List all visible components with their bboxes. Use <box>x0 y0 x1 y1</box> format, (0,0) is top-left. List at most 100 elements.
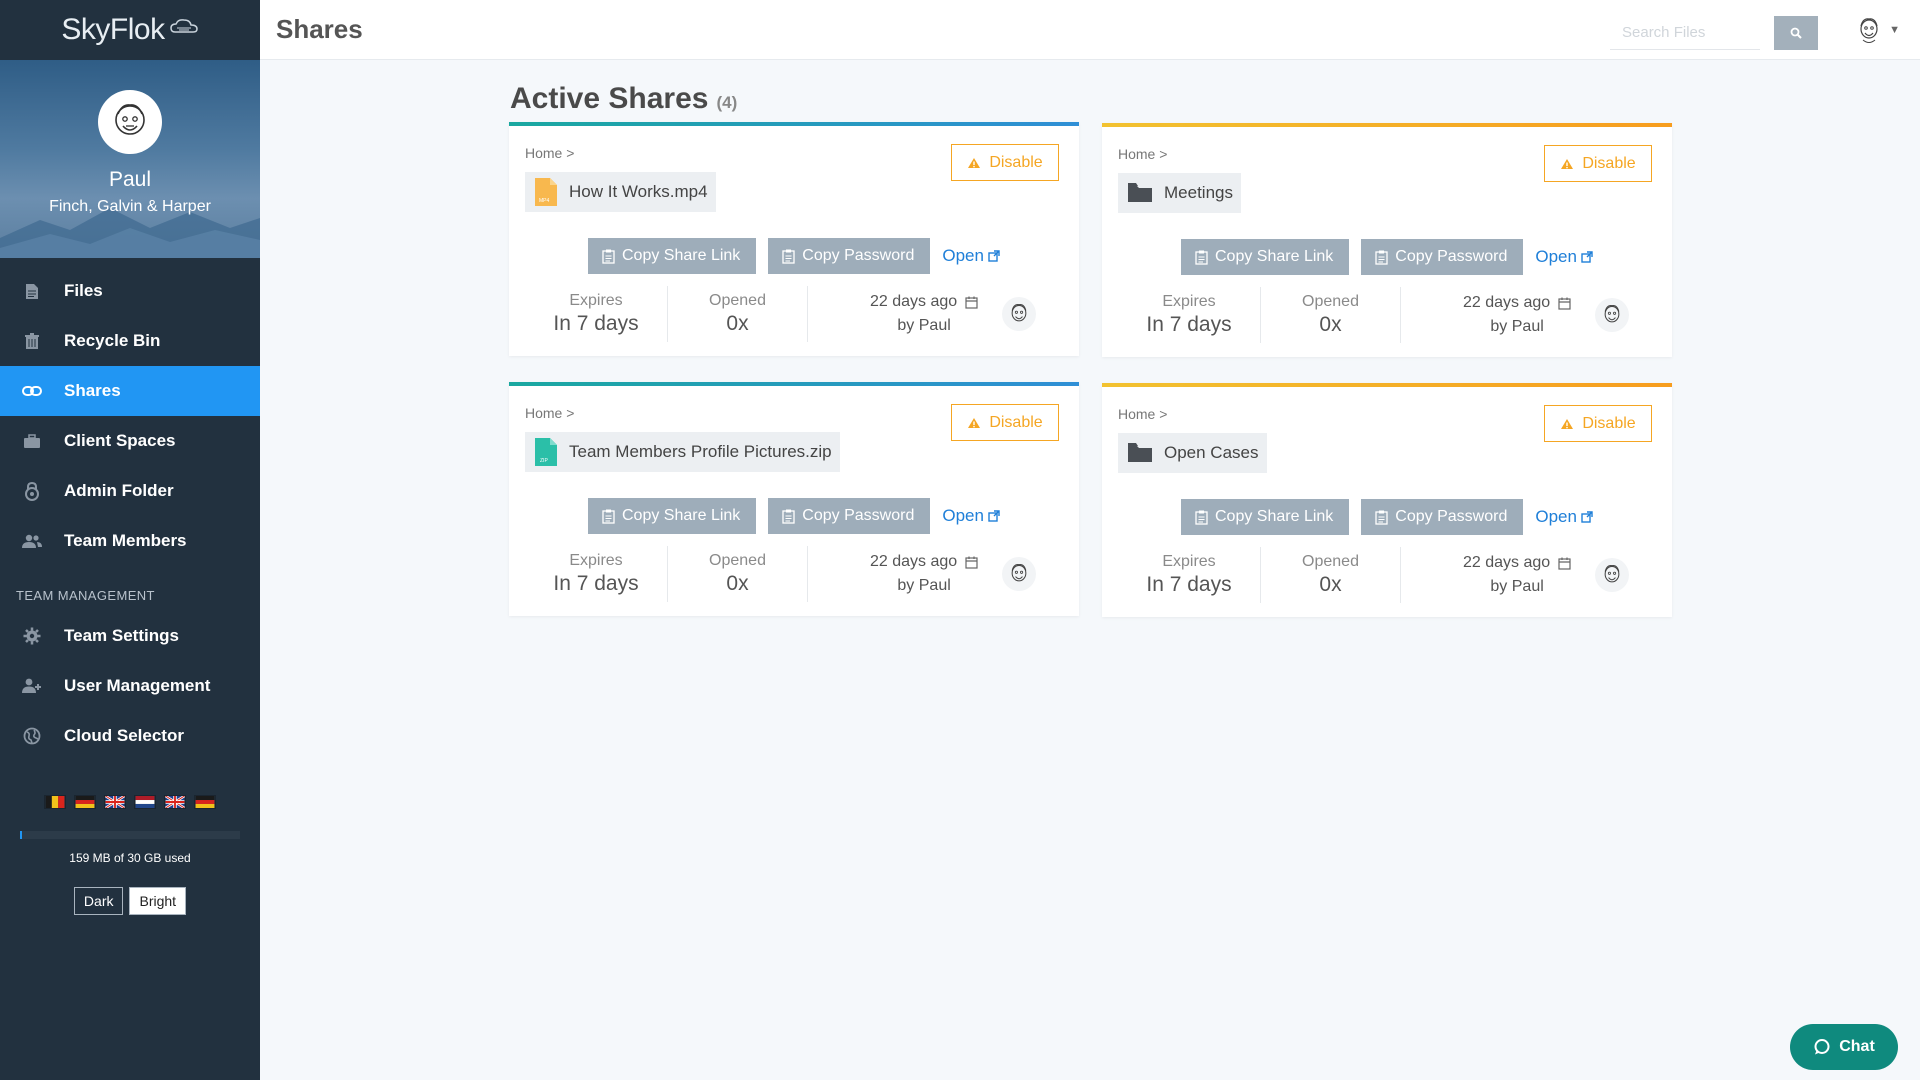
flag-uk-icon[interactable] <box>104 795 126 809</box>
sidebar-item-recycle-bin[interactable]: Recycle Bin <box>0 316 260 366</box>
disable-button[interactable]: Disable <box>951 404 1059 441</box>
opened-stat: Opened 0x <box>668 546 808 602</box>
created-by: by Paul <box>1490 318 1544 335</box>
open-link[interactable]: Open <box>1535 507 1593 527</box>
expires-label: Expires <box>1162 293 1216 310</box>
link-icon <box>22 385 42 397</box>
folder-icon <box>1128 443 1152 463</box>
expires-stat: Expires In 7 days <box>525 286 668 342</box>
user-menu[interactable]: ▼ <box>1855 14 1900 46</box>
share-creator: 22 days ago by Paul <box>808 286 1063 342</box>
copy-share-link-button[interactable]: Copy Share Link <box>588 498 757 534</box>
flag-netherlands-icon[interactable] <box>134 795 156 809</box>
sidebar-item-label: Files <box>64 281 103 300</box>
warning-icon <box>968 417 981 428</box>
sidebar-item-label: Shares <box>64 381 121 400</box>
flag-uk-icon[interactable] <box>164 795 186 809</box>
copy-password-button[interactable]: Copy Password <box>768 238 931 274</box>
created-date-text: 22 days ago <box>1463 294 1551 311</box>
sidebar-item-files[interactable]: Files <box>0 266 260 316</box>
flag-germany-icon[interactable] <box>194 795 216 809</box>
sidebar-item-cloud-selector[interactable]: Cloud Selector <box>0 711 260 761</box>
created-date: 22 days ago <box>870 293 978 311</box>
creator-avatar <box>1595 558 1630 592</box>
copy-share-link-button[interactable]: Copy Share Link <box>588 238 757 274</box>
clipboard-icon <box>602 509 615 524</box>
calendar-icon <box>965 296 978 309</box>
sidebar-item-user-management[interactable]: User Management <box>0 661 260 711</box>
breadcrumb[interactable]: Home > <box>1118 146 1167 162</box>
user-avatar-icon <box>1604 564 1620 583</box>
opened-label: Opened <box>709 292 766 309</box>
calendar-icon <box>965 556 978 569</box>
opened-label: Opened <box>1302 553 1359 570</box>
theme-bright-button[interactable]: Bright <box>129 887 187 915</box>
disable-button[interactable]: Disable <box>1544 405 1652 442</box>
copy-password-button[interactable]: Copy Password <box>1361 499 1524 535</box>
sidebar-item-label: Admin Folder <box>64 481 174 500</box>
folder-icon <box>1128 183 1152 203</box>
share-stats: Expires In 7 days Opened 0x 22 days ago … <box>1118 287 1656 343</box>
expires-value: In 7 days <box>1146 313 1232 336</box>
created-by: by Paul <box>1490 578 1544 595</box>
share-card: Home > Disable Meetings Copy Share Link … <box>1102 123 1672 357</box>
copy-share-link-button[interactable]: Copy Share Link <box>1181 499 1350 535</box>
theme-dark-button[interactable]: Dark <box>73 887 124 915</box>
expires-label: Expires <box>569 552 623 569</box>
opened-label: Opened <box>709 552 766 569</box>
user-avatar-icon <box>1011 563 1027 582</box>
expires-value: In 7 days <box>553 572 639 595</box>
search-bar <box>1610 16 1818 50</box>
disable-label: Disable <box>1582 414 1636 432</box>
share-count: (4) <box>716 93 738 112</box>
brand-logo[interactable]: SkyFlok <box>0 0 260 60</box>
open-link[interactable]: Open <box>1535 247 1593 267</box>
flag-germany-icon[interactable] <box>74 795 96 809</box>
chat-bubble-icon <box>1814 1039 1830 1055</box>
search-button[interactable] <box>1774 16 1818 50</box>
shared-item[interactable]: Meetings <box>1118 173 1241 213</box>
sidebar-item-label: Team Settings <box>64 626 179 645</box>
disable-button[interactable]: Disable <box>1544 145 1652 182</box>
breadcrumb[interactable]: Home > <box>1118 406 1167 422</box>
creator-avatar <box>1002 557 1037 591</box>
share-actions: Copy Share Link Copy Password Open <box>1181 239 1593 275</box>
opened-value: 0x <box>1319 573 1342 596</box>
open-link[interactable]: Open <box>942 506 1000 526</box>
share-stats: Expires In 7 days Opened 0x 22 days ago … <box>525 546 1063 602</box>
sidebar-item-shares[interactable]: Shares <box>0 366 260 416</box>
shared-item-name: Team Members Profile Pictures.zip <box>569 442 832 461</box>
breadcrumb[interactable]: Home > <box>525 405 574 421</box>
theme-toggle: Dark Bright <box>0 887 260 915</box>
breadcrumb[interactable]: Home > <box>525 145 574 161</box>
sidebar-item-client-spaces[interactable]: Client Spaces <box>0 416 260 466</box>
created-date: 22 days ago <box>1463 294 1571 312</box>
sidebar-item-team-settings[interactable]: Team Settings <box>0 611 260 661</box>
copy-share-link-button[interactable]: Copy Share Link <box>1181 239 1350 275</box>
sidebar-item-team-members[interactable]: Team Members <box>0 516 260 566</box>
share-actions: Copy Share Link Copy Password Open <box>1181 499 1593 535</box>
copy-password-label: Copy Password <box>1395 508 1508 525</box>
flag-belgium-icon[interactable] <box>44 795 66 809</box>
search-input[interactable] <box>1610 16 1760 50</box>
disable-button[interactable]: Disable <box>951 144 1059 181</box>
open-label: Open <box>1535 507 1577 526</box>
opened-value: 0x <box>726 312 749 335</box>
shared-item[interactable]: Open Cases <box>1118 433 1267 473</box>
trash-icon <box>22 332 42 350</box>
copy-password-button[interactable]: Copy Password <box>1361 239 1524 275</box>
chat-button[interactable]: Chat <box>1790 1024 1898 1070</box>
sidebar-item-label: Cloud Selector <box>64 726 184 745</box>
opened-value: 0x <box>726 572 749 595</box>
expires-stat: Expires In 7 days <box>1118 287 1261 343</box>
profile-avatar[interactable] <box>98 90 162 154</box>
open-link[interactable]: Open <box>942 246 1000 266</box>
created-date: 22 days ago <box>1463 554 1571 572</box>
copy-password-button[interactable]: Copy Password <box>768 498 931 534</box>
shared-item[interactable]: ZIP Team Members Profile Pictures.zip <box>525 432 840 472</box>
copy-share-link-label: Copy Share Link <box>622 247 741 264</box>
sidebar-item-admin-folder[interactable]: Admin Folder <box>0 466 260 516</box>
shared-item[interactable]: MP4 How It Works.mp4 <box>525 172 716 212</box>
share-actions: Copy Share Link Copy Password Open <box>588 238 1000 274</box>
disable-label: Disable <box>989 413 1043 431</box>
